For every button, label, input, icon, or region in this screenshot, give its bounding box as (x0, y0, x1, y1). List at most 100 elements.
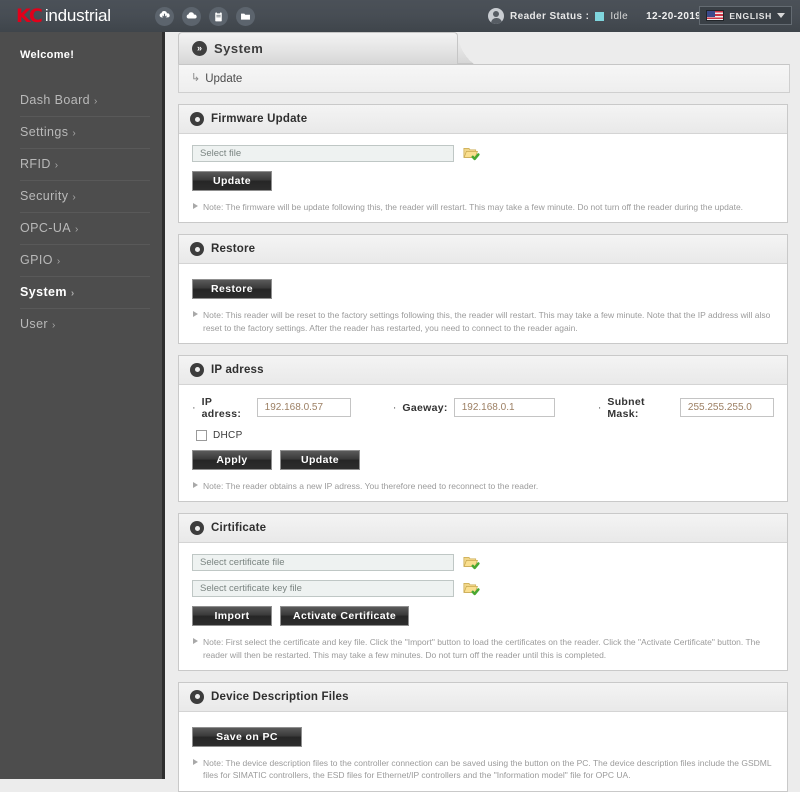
browse-folder-icon[interactable] (463, 581, 480, 596)
panel-header: Firmware Update (179, 105, 787, 134)
double-chevron-icon: » (192, 41, 207, 56)
browse-folder-icon[interactable] (463, 146, 480, 161)
firmware-update-button[interactable]: Update (192, 171, 272, 191)
sidebar-item-label: System (20, 285, 67, 299)
sidebar-item-settings[interactable]: Settings › (20, 116, 150, 148)
panel-body: Select certificate file Select certifica… (179, 543, 787, 670)
firmware-note: Note: The firmware will be update follow… (192, 201, 774, 213)
firmware-file-row: Select file (192, 145, 774, 162)
panel-ip-address: IP adress · IP adress: 192.168.0.57 · Ga… (178, 354, 788, 503)
panel-certificate: Cirtificate Select certificate file Sele… (178, 513, 788, 671)
chevron-right-icon: › (52, 320, 56, 331)
chevron-right-icon: › (72, 192, 77, 203)
certificate-activate-button[interactable]: Activate Certificate (280, 606, 410, 627)
subnet-mask-input[interactable]: 255.255.255.0 (679, 398, 775, 418)
tab-curve-decoration (458, 32, 498, 64)
sidebar-item-opc-ua[interactable]: OPC-UA › (20, 212, 150, 244)
sidebar-item-label: Security (20, 189, 69, 203)
sidebar-nav: Dash Board › Settings › RFID › Security › OPC-UA… (0, 85, 162, 340)
device-description-button-row: Save on PC (192, 726, 774, 747)
gear-icon (190, 112, 204, 126)
panel-header: Restore (179, 235, 787, 265)
note-text: Note: The firmware will be update follow… (203, 202, 744, 212)
status-badge (595, 11, 605, 21)
chevron-right-icon: › (70, 288, 75, 299)
sidebar-item-gpio[interactable]: GPIO › (20, 244, 150, 276)
language-selector[interactable]: ENGLISH (699, 6, 792, 25)
panel-header: Cirtificate (179, 514, 787, 544)
certificate-key-input[interactable]: Select certificate key file (192, 580, 454, 598)
gateway-label: Gaeway: (402, 401, 448, 414)
sidebar-item-label: Settings (20, 125, 69, 139)
sidebar-item-security[interactable]: Security › (20, 180, 150, 212)
gear-icon (190, 362, 204, 377)
bullet-icon: · (597, 401, 602, 414)
dhcp-row[interactable]: DHCP (196, 429, 774, 441)
certificate-file-input[interactable]: Select certificate file (192, 554, 454, 572)
folder-icon[interactable] (235, 6, 255, 26)
dhcp-label: DHCP (213, 429, 243, 441)
note-triangle-icon (193, 203, 198, 209)
panel-body: · IP adress: 192.168.0.57 · Gaeway: 192.… (179, 385, 787, 501)
subnet-mask-field: · Subnet Mask: 255.255.255.0 (597, 396, 775, 420)
ip-address-input[interactable]: 192.168.0.57 (256, 398, 351, 418)
main-content: » System ↳ Update Firmware Update Select… (168, 32, 800, 792)
chevron-down-icon (777, 13, 785, 18)
note-text: Note: The reader obtains a new IP adress… (203, 480, 539, 491)
toolbar-icons (154, 6, 255, 26)
ip-address-field: · IP adress: 192.168.0.57 (192, 396, 351, 420)
ip-update-button[interactable]: Update (280, 449, 360, 470)
bullet-icon: · (192, 401, 196, 414)
chevron-right-icon: › (75, 224, 79, 235)
sidebar-item-user[interactable]: User › (20, 308, 150, 340)
panel-body: Select file Update Note: The firmware wi (179, 134, 787, 222)
browse-folder-icon[interactable] (463, 555, 480, 570)
ip-button-row: Apply Update (192, 449, 774, 470)
chevron-right-icon: › (94, 96, 98, 107)
tab-label: System (214, 41, 264, 56)
panel-container: Firmware Update Select file Update Note:… (178, 104, 788, 792)
chevron-right-icon: › (56, 256, 61, 267)
tab-system[interactable]: » System (178, 32, 458, 64)
us-flag-icon (706, 10, 725, 21)
panel-restore: Restore Restore Note: This reader will b… (178, 234, 788, 344)
chevron-right-icon: › (54, 160, 59, 171)
brand-mark: KC (16, 5, 43, 27)
note-triangle-icon (193, 638, 198, 645)
sidebar-item-label: User (20, 317, 48, 331)
sidebar-item-label: RFID (20, 157, 51, 171)
save-on-pc-button[interactable]: Save on PC (192, 726, 302, 747)
certificate-import-button[interactable]: Import (192, 606, 272, 627)
sidebar-item-system[interactable]: System › (20, 276, 150, 308)
tab-strip: » System (168, 32, 800, 64)
gateway-input[interactable]: 192.168.0.1 (453, 398, 555, 418)
panel-title: Firmware Update (211, 113, 308, 125)
ip-address-label: IP adress: (201, 395, 242, 420)
brand-logo[interactable]: KC industrial (0, 5, 111, 27)
panel-title: IP adress (211, 363, 264, 376)
reader-status-value: Idle (610, 10, 629, 22)
download-cloud-icon[interactable] (154, 6, 174, 26)
restore-note: Note: This reader will be reset to the f… (192, 309, 774, 334)
panel-title: Device Description Files (211, 690, 349, 703)
sidebar: Welcome! Dash Board › Settings › RFID › Securi… (0, 32, 165, 779)
panel-header: IP adress (179, 355, 787, 385)
ip-apply-button[interactable]: Apply (192, 449, 272, 470)
sidebar-item-rfid[interactable]: RFID › (20, 148, 150, 180)
device-description-note: Note: The device description files to th… (192, 757, 774, 782)
dhcp-checkbox[interactable] (196, 429, 207, 441)
panel-body: Restore Note: This reader will be reset … (179, 264, 787, 343)
breadcrumb-item-update[interactable]: Update (205, 73, 242, 85)
gear-icon (190, 521, 204, 536)
sidebar-item-label: Dash Board (20, 93, 91, 107)
sidebar-item-dash-board[interactable]: Dash Board › (20, 85, 150, 116)
note-text: Note: This reader will be reset to the f… (203, 310, 771, 333)
clipboard-icon[interactable] (208, 6, 228, 26)
panel-device-description-files: Device Description Files Save on PC Note… (178, 681, 788, 792)
breadcrumb-arrow-icon: ↳ (191, 72, 201, 84)
upload-cloud-icon[interactable] (181, 6, 201, 26)
restore-button[interactable]: Restore (192, 279, 272, 300)
certificate-key-row: Select certificate key file (192, 580, 774, 598)
firmware-file-input[interactable]: Select file (192, 145, 454, 162)
panel-header: Device Description Files (179, 682, 787, 712)
